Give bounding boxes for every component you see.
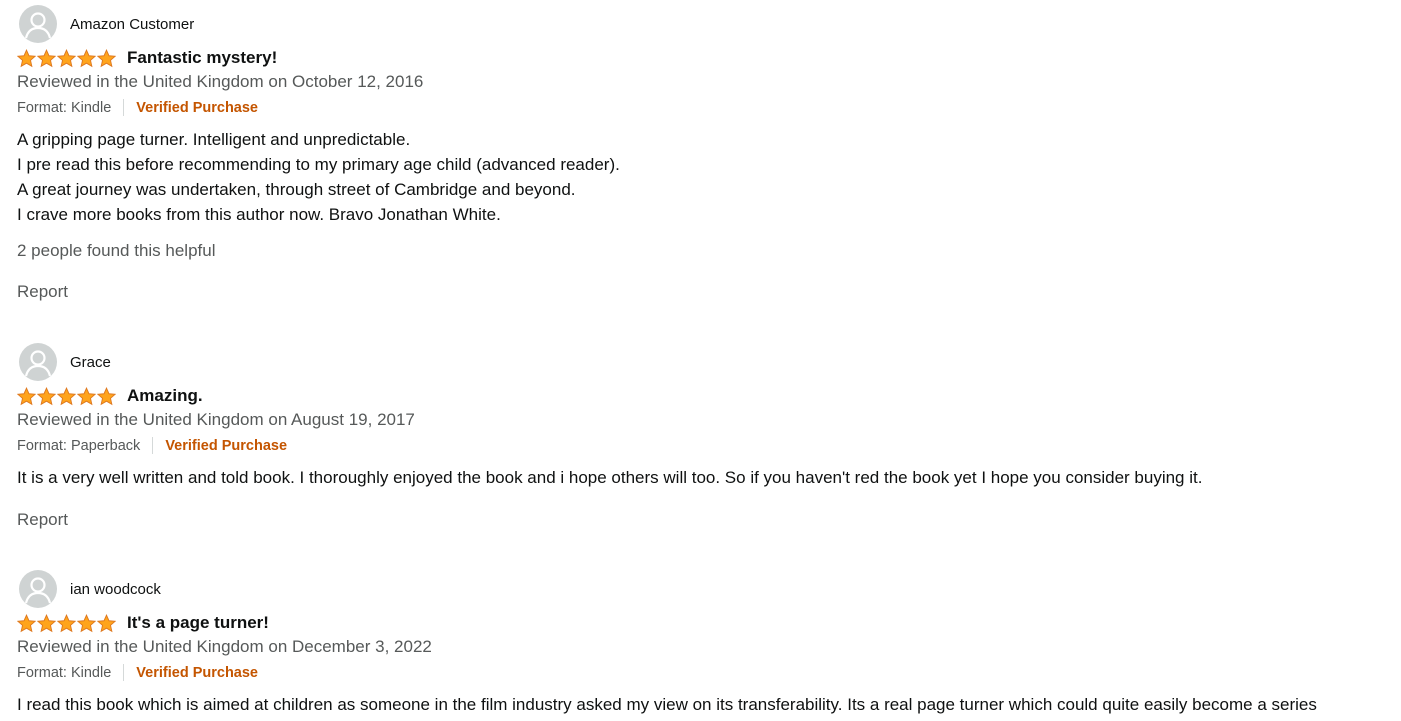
star-icon [97,386,116,405]
star-icon [77,613,96,632]
divider [123,664,125,681]
star-icon [17,386,36,405]
avatar-icon [19,570,57,608]
review-body-line: It is a very well written and told book.… [17,468,1203,487]
review-title[interactable]: Fantastic mystery! [127,48,277,68]
reviewer-profile[interactable]: Grace [19,343,111,381]
star-icon [37,613,56,632]
verified-purchase-badge[interactable]: Verified Purchase [165,438,287,454]
avatar-icon [19,5,57,43]
format-link[interactable]: Format: Kindle [17,100,111,116]
reviewer-profile[interactable]: ian woodcock [19,570,161,608]
star-icon [57,48,76,67]
star-rating[interactable] [17,613,117,633]
star-icon [57,613,76,632]
star-icon [37,48,56,67]
helpful-count: 2 people found this helpful [17,241,216,260]
review-body-line: I pre read this before recommending to m… [17,155,620,174]
review-date: Reviewed in the United Kingdom on Octobe… [17,72,424,91]
review-title[interactable]: Amazing. [127,386,203,406]
star-icon [17,613,36,632]
reviewer-profile[interactable]: Amazon Customer [19,5,194,43]
review-card: ian woodcock It's a page turner! Reviewe… [17,570,1397,721]
report-link[interactable]: Report [17,510,68,530]
review-title[interactable]: It's a page turner! [127,613,269,633]
review-body: A gripping page turner. Intelligent and … [17,127,620,227]
review-body: It is a very well written and told book.… [17,465,1202,490]
review-body: I read this book which is aimed at child… [17,692,1317,717]
star-icon [97,48,116,67]
review-date: Reviewed in the United Kingdom on August… [17,410,415,429]
divider [123,99,125,116]
divider [152,437,154,454]
star-icon [77,386,96,405]
star-icon [77,48,96,67]
star-icon [37,386,56,405]
report-link[interactable]: Report [17,282,68,302]
star-icon [97,613,116,632]
reviewer-name[interactable]: Grace [70,354,111,371]
format-link[interactable]: Format: Kindle [17,665,111,681]
review-body-line: A great journey was undertaken, through … [17,180,576,199]
review-date: Reviewed in the United Kingdom on Decemb… [17,637,432,656]
reviewer-name[interactable]: ian woodcock [70,581,161,598]
review-body-line: I crave more books from this author now.… [17,205,501,224]
star-icon [17,48,36,67]
format-link[interactable]: Format: Paperback [17,438,140,454]
review-body-line: A gripping page turner. Intelligent and … [17,130,411,149]
review-card: Grace Amazing. Reviewed in the United Ki… [17,343,1397,543]
review-body-line: I read this book which is aimed at child… [17,695,1317,714]
star-rating[interactable] [17,386,117,406]
star-icon [57,386,76,405]
verified-purchase-badge[interactable]: Verified Purchase [136,100,258,116]
reviewer-name[interactable]: Amazon Customer [70,16,194,33]
verified-purchase-badge[interactable]: Verified Purchase [136,665,258,681]
review-card: Amazon Customer Fantastic mystery! Revie… [17,5,1397,315]
star-rating[interactable] [17,48,117,68]
avatar-icon [19,343,57,381]
